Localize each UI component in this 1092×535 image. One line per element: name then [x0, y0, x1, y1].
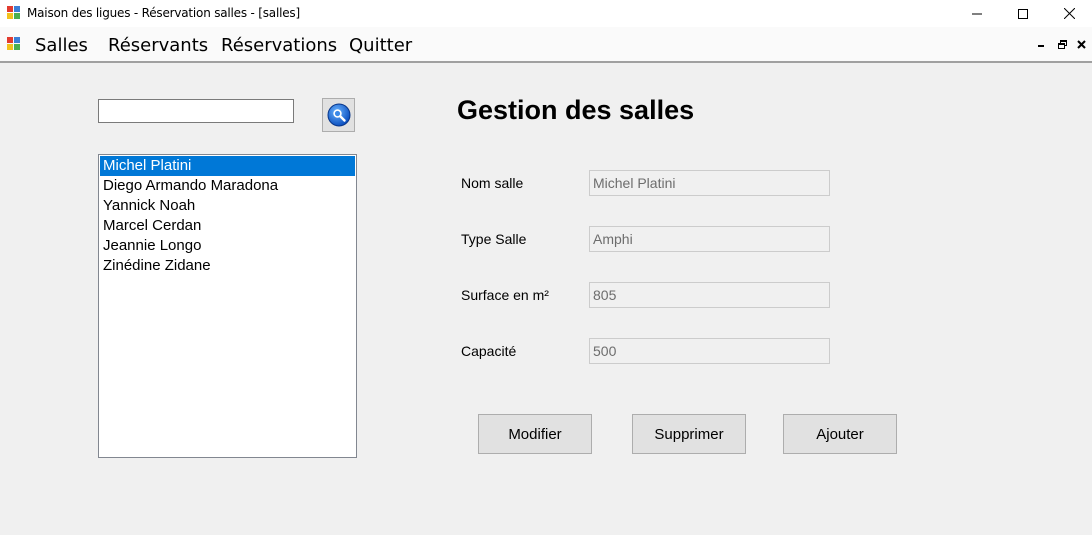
mdi-app-icon[interactable]: [7, 37, 21, 51]
close-button[interactable]: [1046, 0, 1092, 27]
page-title: Gestion des salles: [457, 95, 695, 125]
supprimer-button[interactable]: Supprimer: [632, 414, 746, 454]
nom-salle-label: Nom salle: [461, 175, 524, 191]
close-icon: [1063, 8, 1075, 19]
mdi-minimize-button[interactable]: [1035, 37, 1049, 51]
surface-field[interactable]: [589, 282, 830, 308]
capacite-label: Capacité: [461, 343, 517, 359]
mdi-close-icon: [1076, 39, 1086, 49]
capacite-field[interactable]: [589, 338, 830, 364]
search-input[interactable]: [98, 99, 294, 123]
minimize-icon: [972, 13, 982, 14]
list-item[interactable]: Michel Platini: [100, 156, 355, 176]
minimize-button[interactable]: [954, 0, 1000, 27]
mdi-restore-icon: [1057, 39, 1067, 49]
list-item[interactable]: Diego Armando Maradona: [100, 176, 355, 196]
type-salle-field[interactable]: [589, 226, 830, 252]
list-item[interactable]: Yannick Noah: [100, 196, 355, 216]
salles-listbox[interactable]: Michel Platini Diego Armando Maradona Ya…: [98, 154, 357, 458]
list-item[interactable]: Zinédine Zidane: [100, 256, 355, 276]
mdi-close-button[interactable]: [1074, 37, 1088, 51]
app-icon: [7, 6, 21, 20]
search-button[interactable]: [322, 98, 355, 132]
menu-reservants[interactable]: Réservants: [108, 35, 208, 56]
modifier-button[interactable]: Modifier: [478, 414, 592, 454]
maximize-icon: [1018, 8, 1028, 19]
window-title: Maison des ligues - Réservation salles -…: [27, 6, 300, 20]
menu-salles[interactable]: Salles: [35, 35, 88, 56]
maximize-button[interactable]: [1000, 0, 1046, 27]
mdi-minimize-icon: [1038, 45, 1044, 47]
search-icon: [327, 103, 350, 127]
title-bar[interactable]: Maison des ligues - Réservation salles -…: [0, 0, 1092, 27]
list-item[interactable]: Marcel Cerdan: [100, 216, 355, 236]
menu-reservations[interactable]: Réservations: [221, 35, 337, 56]
ajouter-button[interactable]: Ajouter: [783, 414, 897, 454]
nom-salle-field[interactable]: [589, 170, 830, 196]
list-item[interactable]: Jeannie Longo: [100, 236, 355, 256]
menu-quitter[interactable]: Quitter: [349, 35, 412, 56]
surface-label: Surface en m²: [461, 287, 549, 303]
type-salle-label: Type Salle: [461, 231, 527, 247]
menu-bar: Salles Réservants Réservations Quitter: [0, 27, 1092, 63]
mdi-restore-button[interactable]: [1055, 37, 1069, 51]
